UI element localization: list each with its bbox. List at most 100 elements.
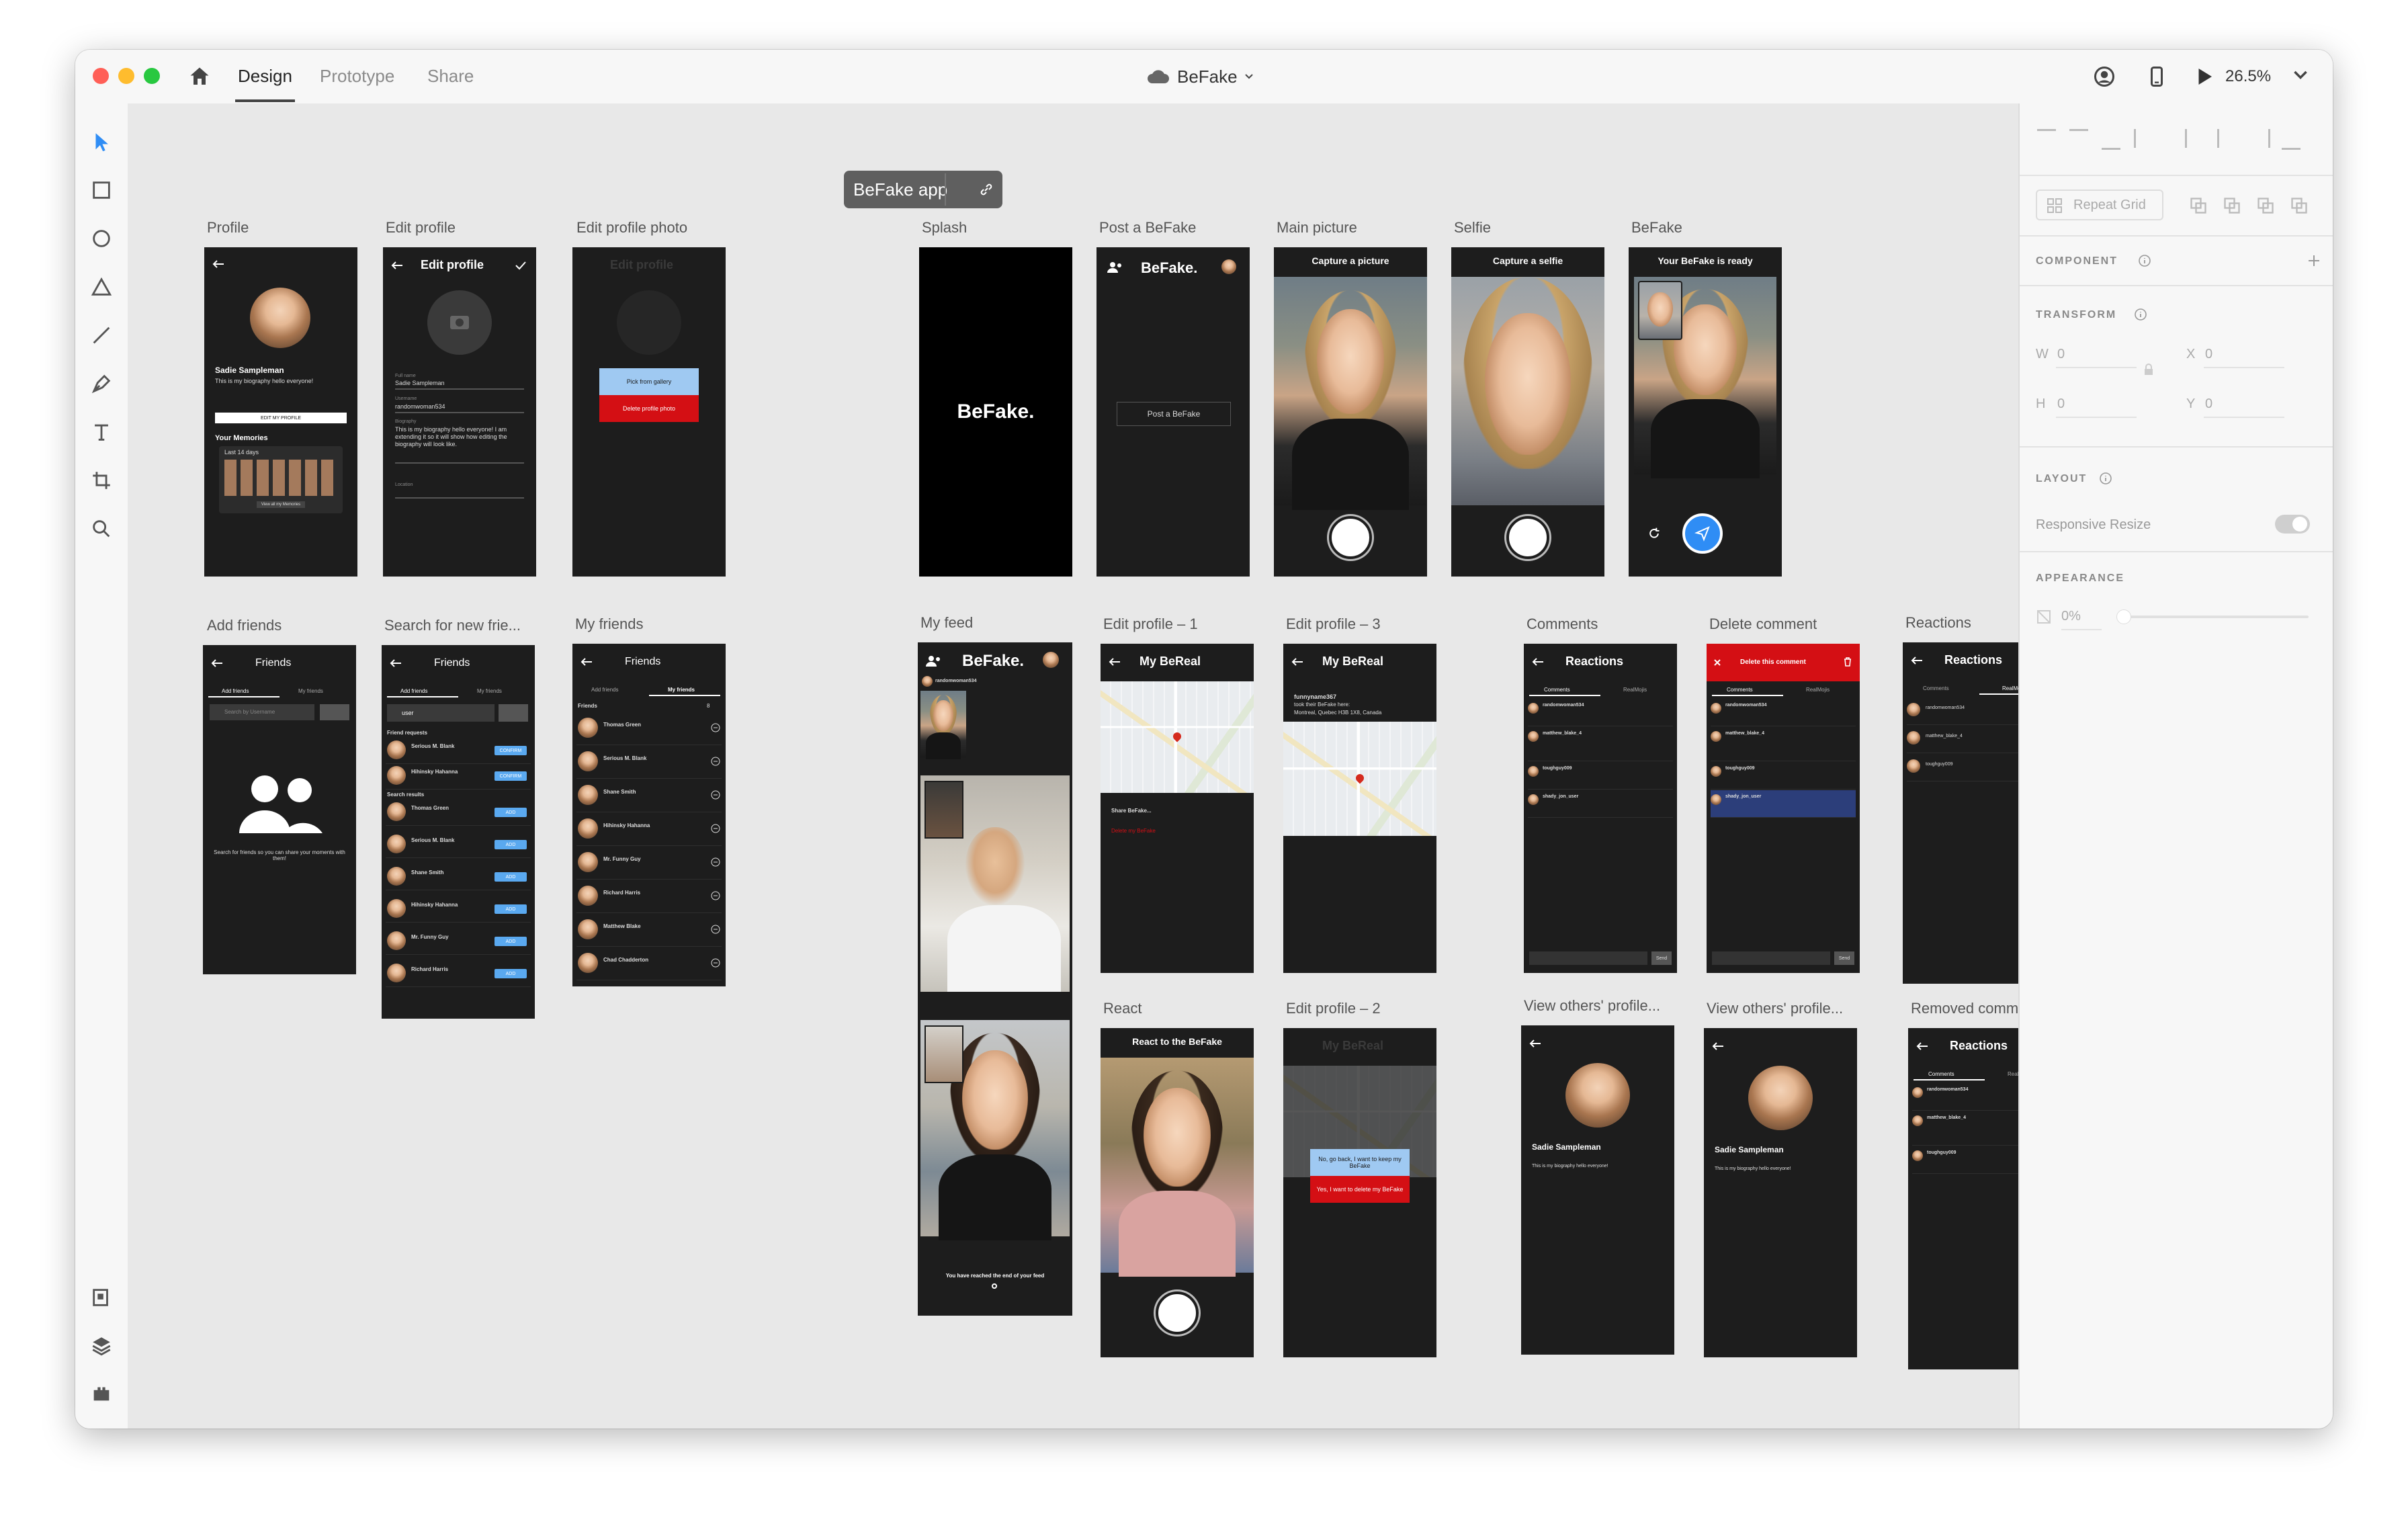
- comment-item[interactable]: toughguy009: [1711, 762, 1856, 790]
- artboard-selfie[interactable]: Capture a selfie: [1451, 247, 1604, 577]
- artboard-react[interactable]: React to the BeFake: [1101, 1028, 1254, 1357]
- artboard-label-search-friends[interactable]: Search for new frie...: [384, 617, 521, 634]
- artboard-label-profile[interactable]: Profile: [207, 219, 249, 237]
- tab-design[interactable]: Design: [235, 66, 295, 103]
- friends-icon[interactable]: [1106, 261, 1125, 274]
- responsive-resize-toggle[interactable]: [2275, 515, 2310, 534]
- close-icon[interactable]: [1713, 659, 1721, 667]
- user-account-icon[interactable]: [2092, 65, 2116, 89]
- remove-friend-icon[interactable]: [711, 891, 720, 900]
- list-item[interactable]: Shane Smith ADD: [386, 864, 531, 890]
- artboard-label-view-others-2[interactable]: View others' profile...: [1707, 1000, 1843, 1017]
- align-middle-icon[interactable]: [2069, 129, 2088, 150]
- tab-my-friends[interactable]: My friends: [298, 688, 323, 694]
- edit-profile-button[interactable]: EDIT MY PROFILE: [215, 413, 347, 423]
- artboard-post-befake[interactable]: BeFake. Post a BeFake: [1096, 247, 1250, 577]
- send-button[interactable]: [1682, 513, 1723, 554]
- tab-comments[interactable]: Comments: [1928, 1071, 1954, 1077]
- document-title-menu[interactable]: BeFake: [1146, 65, 1254, 89]
- artboard-view-others-2[interactable]: Sadie Sampleman This is my biography hel…: [1704, 1028, 1857, 1357]
- artboard-label-befake[interactable]: BeFake: [1631, 219, 1682, 237]
- info-icon[interactable]: [2134, 308, 2147, 321]
- artboard-edit-profile-2[interactable]: My BeReal No, go back, I want to keep my…: [1283, 1028, 1436, 1357]
- line-tool-icon[interactable]: [90, 324, 113, 347]
- shutter-button[interactable]: [1329, 516, 1372, 559]
- artboard-label-reactions[interactable]: Reactions: [1905, 614, 1971, 632]
- artboard-edit-profile[interactable]: Edit profile Full name Sadie Sampleman U…: [383, 247, 536, 577]
- artboard-edit-profile-1[interactable]: My BeReal Share BeFake... Delete my BeFa…: [1101, 644, 1254, 973]
- artboard-comments[interactable]: Reactions Comments RealMojis randomwoman…: [1524, 644, 1677, 973]
- list-item[interactable]: Thomas Green: [576, 712, 722, 745]
- search-input[interactable]: Search by Username: [210, 704, 314, 720]
- tab-prototype[interactable]: Prototype: [320, 66, 394, 103]
- list-item[interactable]: Serious M. Blank ADD: [386, 832, 531, 858]
- lock-aspect-icon[interactable]: [2143, 363, 2154, 376]
- artboard-label-edit-profile-photo[interactable]: Edit profile photo: [576, 219, 687, 237]
- artboard-label-edit-profile[interactable]: Edit profile: [386, 219, 456, 237]
- artboard-add-friends[interactable]: Friends Add friends My friends Search by…: [203, 645, 356, 974]
- zoom-level[interactable]: 26.5%: [2225, 67, 2271, 86]
- confirm-button[interactable]: CONFIRM: [494, 771, 527, 781]
- tab-realmojis[interactable]: RealMojis: [1623, 687, 1647, 693]
- zoom-tool-icon[interactable]: [90, 517, 113, 540]
- add-button[interactable]: ADD: [494, 969, 527, 978]
- artboard-tool-icon[interactable]: [90, 469, 113, 492]
- boolean-exclude-icon[interactable]: [2290, 196, 2309, 215]
- pick-gallery-button[interactable]: Pick from gallery: [599, 368, 699, 395]
- home-icon[interactable]: [187, 65, 212, 89]
- plugins-panel-icon[interactable]: [90, 1382, 113, 1404]
- comment-item[interactable]: randomwoman534: [1711, 699, 1856, 726]
- repeat-grid-button[interactable]: Repeat Grid: [2036, 189, 2163, 220]
- search-button[interactable]: [320, 704, 349, 720]
- comment-item[interactable]: randomwoman534: [1528, 699, 1673, 726]
- artboard-edit-profile-3[interactable]: My BeReal funnyname367 took their BeFake…: [1283, 644, 1436, 973]
- list-item[interactable]: Mr. Funny Guy: [576, 847, 722, 880]
- boolean-intersect-icon[interactable]: [2256, 196, 2275, 215]
- design-canvas[interactable]: BeFake app Profile Sadie Sampleman This …: [128, 103, 2061, 1429]
- artboard-my-feed[interactable]: BeFake. randomwoman534 You have reached …: [918, 642, 1072, 1316]
- remove-friend-icon[interactable]: [711, 925, 720, 934]
- add-component-icon[interactable]: [2306, 253, 2322, 269]
- ellipse-tool-icon[interactable]: [90, 227, 113, 250]
- selected-comment-item[interactable]: shady_jon_user: [1711, 790, 1856, 818]
- memories-card[interactable]: Last 14 days View all my Memories: [219, 446, 343, 513]
- artboard-label-my-friends[interactable]: My friends: [575, 616, 643, 633]
- artboard-label-delete-comment[interactable]: Delete comment: [1709, 616, 1817, 633]
- artboard-splash[interactable]: BeFake.: [919, 247, 1072, 577]
- info-icon[interactable]: [2138, 254, 2151, 267]
- remove-friend-icon[interactable]: [711, 857, 720, 867]
- comment-item[interactable]: toughguy009: [1528, 762, 1673, 790]
- profile-avatar-small[interactable]: [1043, 652, 1059, 668]
- boolean-subtract-icon[interactable]: [2223, 196, 2241, 215]
- add-button[interactable]: ADD: [494, 904, 527, 914]
- play-icon[interactable]: [2192, 65, 2216, 89]
- comment-input[interactable]: [1712, 951, 1830, 965]
- artboard-befake[interactable]: Your BeFake is ready: [1629, 247, 1782, 577]
- artboard-label-my-feed[interactable]: My feed: [920, 614, 973, 632]
- post-befake-button[interactable]: Post a BeFake: [1117, 402, 1231, 426]
- list-item[interactable]: Hihinsky Hahanna ADD: [386, 896, 531, 923]
- artboard-label-edit-profile-2[interactable]: Edit profile – 2: [1286, 1000, 1381, 1017]
- remove-friend-icon[interactable]: [711, 958, 720, 968]
- align-bottom-icon[interactable]: [2102, 129, 2120, 150]
- confirm-delete-befake-button[interactable]: Yes, I want to delete my BeFake: [1310, 1176, 1410, 1203]
- send-comment-button[interactable]: Send: [1834, 951, 1854, 965]
- boolean-add-icon[interactable]: [2189, 196, 2208, 215]
- align-left-icon[interactable]: [2185, 129, 2206, 148]
- remove-friend-icon[interactable]: [711, 757, 720, 766]
- list-item[interactable]: Shane Smith: [576, 779, 722, 812]
- tab-add-friends[interactable]: Add friends: [222, 688, 249, 694]
- zoom-window-button[interactable]: [144, 68, 160, 84]
- select-tool-icon[interactable]: [90, 130, 113, 153]
- tab-add-friends[interactable]: Add friends: [400, 688, 427, 694]
- share-befake-link[interactable]: Share BeFake...: [1111, 808, 1152, 814]
- artboard-edit-profile-photo[interactable]: Edit profile Pick from gallery Delete pr…: [572, 247, 726, 577]
- align-center-icon[interactable]: [2217, 129, 2238, 148]
- confirm-button[interactable]: CONFIRM: [494, 746, 527, 755]
- tab-comments[interactable]: Comments: [1923, 685, 1949, 691]
- artboard-main-picture[interactable]: Capture a picture: [1274, 247, 1427, 577]
- close-window-button[interactable]: [93, 68, 109, 84]
- retake-icon[interactable]: [1647, 527, 1661, 540]
- polygon-tool-icon[interactable]: [90, 275, 113, 298]
- delete-befake-link[interactable]: Delete my BeFake: [1111, 828, 1156, 834]
